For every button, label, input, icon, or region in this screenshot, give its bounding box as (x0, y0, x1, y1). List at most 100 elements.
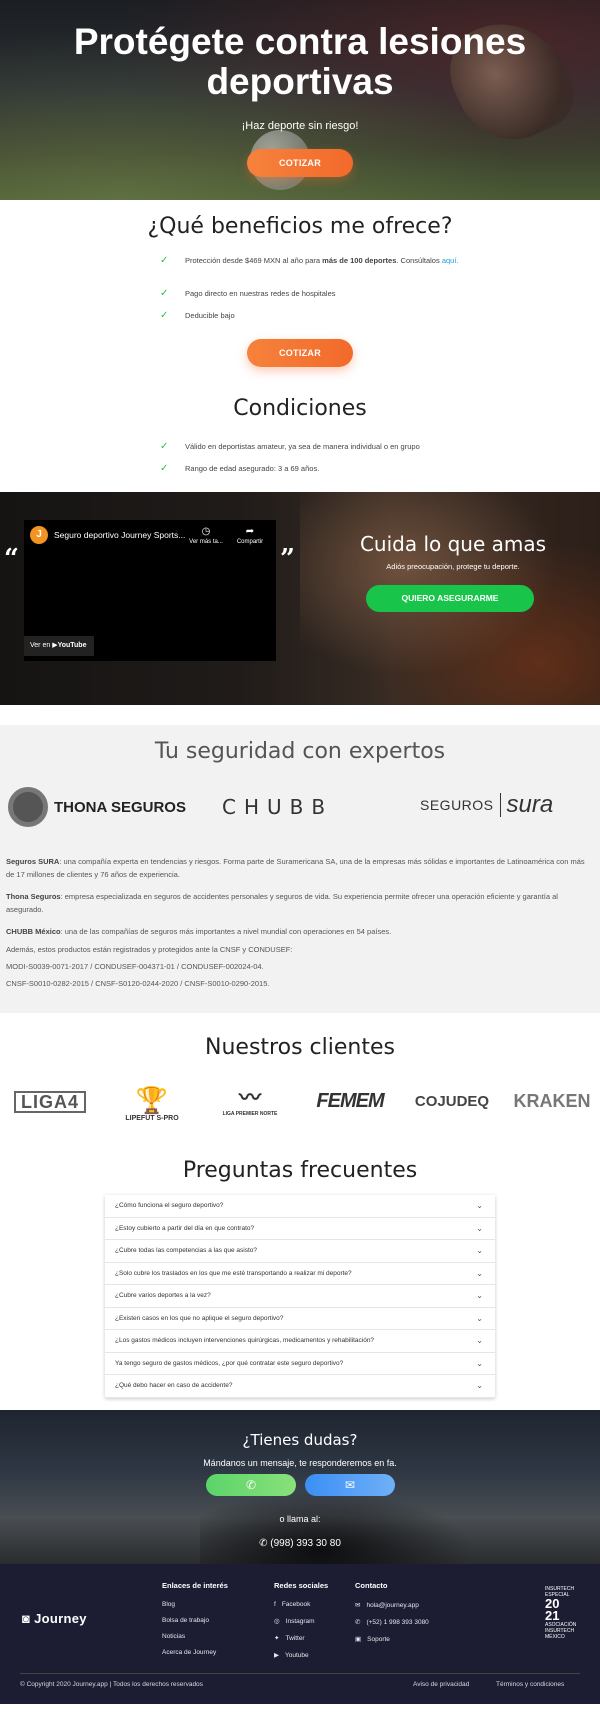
faq-item[interactable]: Ya tengo seguro de gastos médicos, ¿por … (105, 1353, 495, 1375)
whatsapp-icon: ✆ (245, 1478, 257, 1492)
twitter-icon: ✦ (274, 1635, 280, 1642)
facebook-link[interactable]: f Facebook (274, 1601, 328, 1608)
support-icon: ▣ (355, 1636, 362, 1643)
client-logo-lipefut: 🏆 LIPEFUT S-PRO (125, 1084, 179, 1122)
faq-section: Preguntas frecuentes ¿Cómo funciona el s… (0, 1158, 600, 1410)
footer-link-blog[interactable]: Blog (162, 1601, 228, 1608)
chevron-down-icon: ⌄ (476, 1291, 483, 1301)
instagram-icon: ◎ (274, 1618, 280, 1625)
footer-link-about[interactable]: Acerca de Journey (162, 1649, 228, 1656)
conditions-title: Condiciones (233, 396, 367, 421)
footer-links-column: Enlaces de interés Blog Bolsa de trabajo… (162, 1581, 228, 1656)
watch-later-button[interactable]: ◷ Ver más ta... (184, 526, 228, 545)
contact-section: ¿Tienes dudas? Mándanos un mensaje, te r… (0, 1410, 600, 1564)
faq-item[interactable]: ¿Los gastos médicos incluyen intervencio… (105, 1330, 495, 1353)
mail-icon: ✉ (355, 1602, 361, 1609)
faq-item[interactable]: ¿Solo cubre los traslados en los que me … (105, 1263, 495, 1285)
open-quote-icon: “ (4, 544, 19, 574)
experts-section: Tu seguridad con expertos THONA SEGUROS … (0, 725, 600, 1013)
footer-link-news[interactable]: Noticias (162, 1633, 228, 1640)
faq-item[interactable]: ¿Cómo funciona el seguro deportivo? ⌄ (105, 1195, 495, 1218)
sura-logo: SEGUROS sura (420, 791, 554, 818)
insurtech-badge: INSURTECH ESPECIAL 20 21 ASOCIACIÓN INSU… (545, 1586, 577, 1640)
benefits-section: ¿Qué beneficios me ofrece? ✓ Protección … (0, 200, 600, 492)
hero-quote-button[interactable]: COTIZAR (247, 149, 353, 177)
faq-title: Preguntas frecuentes (182, 1158, 418, 1183)
privacy-link[interactable]: Aviso de privacidad (413, 1681, 469, 1688)
chevron-down-icon: ⌄ (476, 1313, 483, 1323)
chevron-down-icon: ⌄ (476, 1358, 483, 1368)
support-link[interactable]: ▣ Soporte (355, 1635, 429, 1644)
sura-description: Seguros SURA: una compañía experta en te… (6, 857, 585, 879)
insure-me-button[interactable]: QUIERO ASEGURARME (366, 585, 534, 612)
client-logo-liga4: LIGA4 (14, 1091, 86, 1113)
email-link[interactable]: ✉ hola@journey.app (355, 1601, 429, 1610)
share-icon: ➦ (245, 526, 255, 537)
clients-title: Nuestros clientes (205, 1035, 395, 1060)
footer-social-column: Redes sociales f Facebook ◎ Instagram ✦ Twi… (274, 1581, 329, 1660)
chevron-down-icon: ⌄ (476, 1336, 483, 1346)
footer-contact-column: Contacto ✉ hola@journey.app ✆ (+52) 1 998 … (355, 1581, 429, 1644)
benefits-quote-button[interactable]: COTIZAR (247, 339, 353, 367)
faq-item[interactable]: ¿Cubre todas las competencias a las que … (105, 1240, 495, 1263)
video-section: “ ” J Seguro deportivo Journey Sports...… (0, 492, 600, 705)
terms-link[interactable]: Términos y condiciones (496, 1681, 564, 1688)
channel-avatar[interactable]: J (30, 526, 48, 544)
footer-link-jobs[interactable]: Bolsa de trabajo (162, 1617, 228, 1624)
youtube-video-player[interactable]: J Seguro deportivo Journey Sports... ◷ Ve… (24, 520, 276, 661)
check-icon: ✓ (160, 255, 169, 266)
faq-item[interactable]: ¿Qué debo hacer en caso de accidente? ⌄ (105, 1375, 495, 1398)
cta-title: Cuida lo que amas (359, 532, 547, 556)
faq-accordion: ¿Cómo funciona el seguro deportivo? ⌄ ¿Es… (105, 1195, 495, 1398)
hero-section: Protégete contra lesiones deportivas ¡Haz… (0, 0, 600, 200)
registration-codes: CNSF-S0010-0282-2015 / CNSF-S0120-0244-2… (6, 979, 270, 988)
client-logo-kraken: KRAKEN (513, 1090, 591, 1111)
twitter-link[interactable]: ✦ Twitter (274, 1634, 328, 1643)
trophy-icon: 🏆 (135, 1084, 169, 1115)
wing-icon: 〰 (238, 1085, 261, 1110)
phone-link[interactable]: ✆ (998) 393 30 80 (0, 1538, 600, 1549)
sports-list-link[interactable]: aquí. (442, 256, 459, 265)
chevron-down-icon: ⌄ (476, 1223, 483, 1233)
chevron-down-icon: ⌄ (476, 1381, 483, 1391)
journey-logo[interactable]: ◙ Journey (22, 1611, 87, 1626)
copyright: © Copyright 2020 Journey.app | Todos los… (20, 1681, 203, 1688)
check-icon: ✓ (160, 463, 169, 474)
chubb-description: CHUBB México: una de las compañías de se… (6, 927, 392, 936)
contact-title: ¿Tienes dudas? (242, 1431, 358, 1449)
messenger-button[interactable]: ✉ (305, 1474, 395, 1496)
benefit-item: ✓ Protección desde $469 MXN al año para … (160, 255, 459, 266)
condition-item: ✓ Válido en deportistas amateur, ya sea … (160, 441, 420, 452)
phone-link[interactable]: ✆ (+52) 1 998 393 3080 (355, 1618, 429, 1627)
registration-note: Además, estos productos están registrado… (6, 945, 293, 954)
client-logo-liga-premier: 〰 LIGA PREMIER NORTE (222, 1085, 278, 1117)
video-title[interactable]: Seguro deportivo Journey Sports... (54, 530, 185, 540)
phone-icon: ✆ (355, 1619, 361, 1626)
experts-title: Tu seguridad con expertos (154, 739, 446, 764)
faq-item[interactable]: ¿Existen casos en los que no aplique el … (105, 1308, 495, 1330)
thona-description: Thona Seguros: empresa especializada en … (6, 892, 558, 914)
youtube-link[interactable]: ▶ Youtube (274, 1651, 328, 1660)
faq-item[interactable]: ¿Cubre varios deportes a la vez? ⌄ (105, 1285, 495, 1308)
clock-icon: ◷ (201, 526, 211, 537)
client-logo-cojudeq: COJUDEQ (414, 1092, 490, 1110)
chubb-logo: CHUBB (222, 795, 334, 819)
close-quote-icon: ” (280, 544, 295, 574)
client-logo-femem: FEMEM (316, 1089, 384, 1112)
watch-on-youtube-button[interactable]: Ver en ▶YouTube (24, 636, 94, 656)
contact-subtitle: Mándanos un mensaje, te responderemos en… (203, 1458, 397, 1468)
check-icon: ✓ (160, 288, 169, 299)
share-button[interactable]: ➦ Compartir (228, 526, 272, 545)
instagram-link[interactable]: ◎ Instagram (274, 1617, 328, 1626)
registration-codes: MODI-S0039-0071-2017 / CONDUSEF-004371-0… (6, 962, 264, 971)
hero-title: Protégete contra lesiones deportivas (73, 21, 527, 102)
hero-subtitle: ¡Haz deporte sin riesgo! (241, 120, 359, 132)
condition-item: ✓ Rango de edad asegurado: 3 a 69 años. (160, 463, 320, 474)
chevron-down-icon: ⌄ (476, 1268, 483, 1278)
benefit-item: ✓ Deducible bajo (160, 310, 235, 321)
faq-item[interactable]: ¿Estoy cubierto a partir del día en que … (105, 1218, 495, 1240)
thona-logo: THONA SEGUROS (8, 787, 186, 827)
messenger-icon: ✉ (344, 1478, 356, 1492)
youtube-icon: ▶ (274, 1652, 279, 1659)
whatsapp-button[interactable]: ✆ (206, 1474, 296, 1496)
